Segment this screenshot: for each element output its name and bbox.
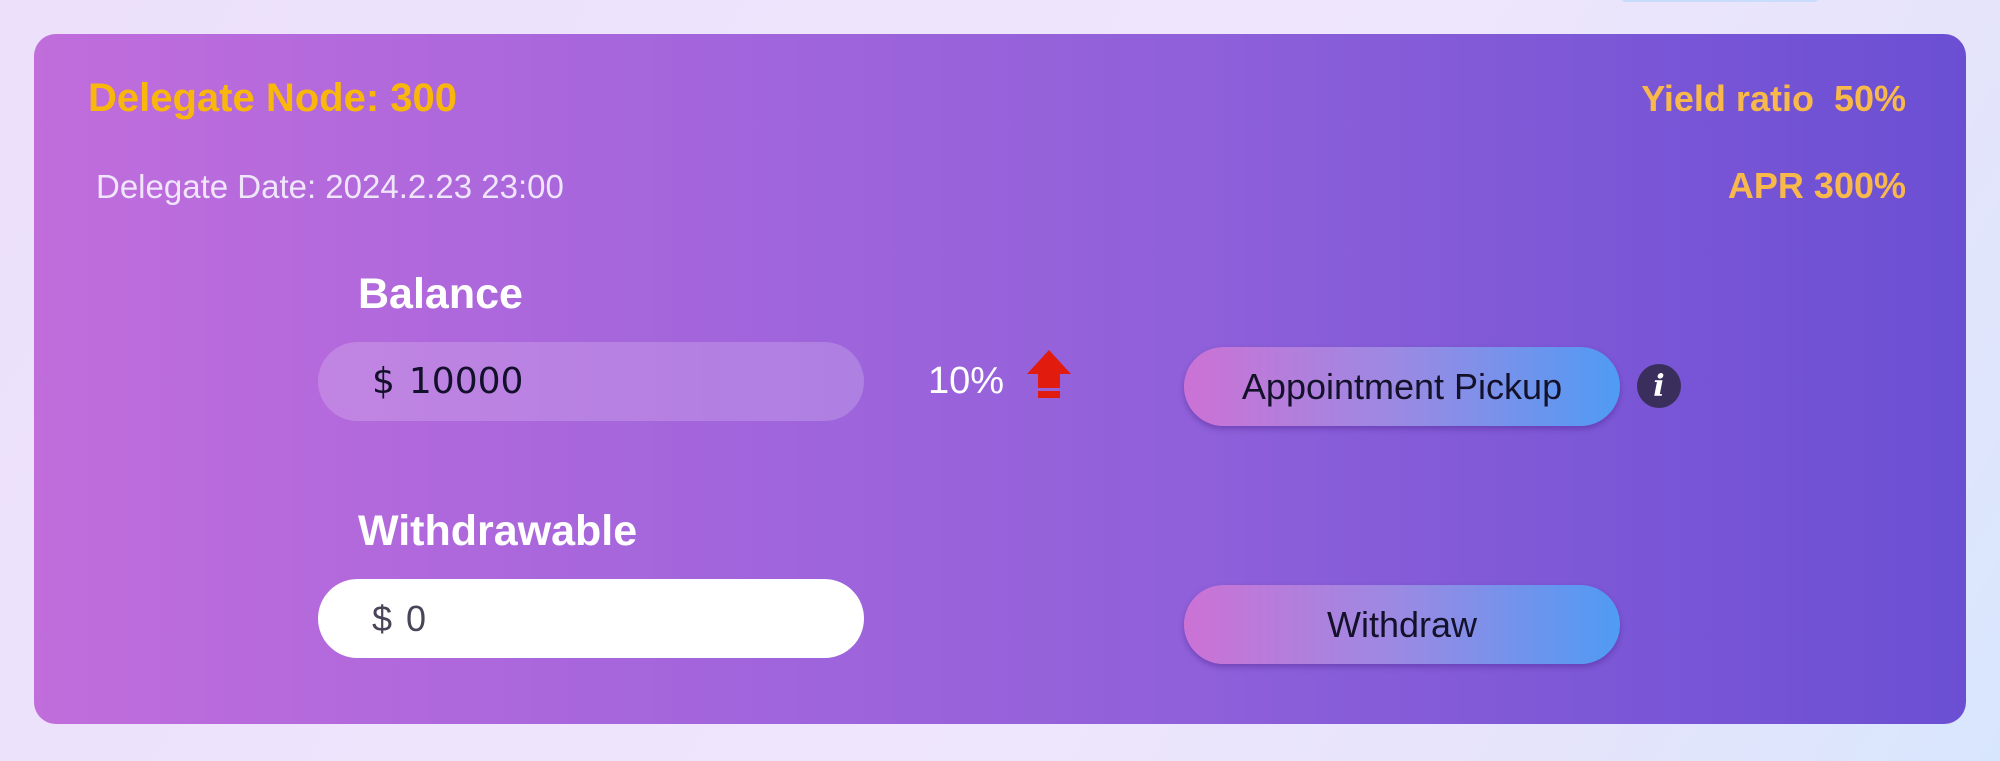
balance-change-percent: 10% (928, 360, 1005, 402)
withdrawable-label: Withdrawable (358, 507, 638, 555)
balance-label: Balance (358, 270, 523, 318)
red-up-arrow-icon (1027, 350, 1071, 398)
info-icon[interactable]: i (1637, 364, 1681, 408)
balance-currency: $ (372, 361, 395, 402)
appointment-pickup-button[interactable]: Appointment Pickup (1184, 347, 1620, 426)
balance-value: 10000 (408, 361, 524, 402)
background-tab (1620, 0, 1820, 2)
withdrawable-value: 0 (406, 597, 427, 639)
delegate-node-card: Delegate Node: 300 Delegate Date: 2024.2… (34, 34, 1966, 724)
apr-value: APR 300% (1727, 165, 1906, 206)
delegate-date: Delegate Date: 2024.2.23 23:00 (96, 168, 564, 205)
withdrawable-currency: $ (372, 597, 393, 639)
node-title: Delegate Node: 300 (88, 76, 458, 120)
withdrawable-field[interactable]: $ 0 (318, 579, 864, 658)
yield-ratio: Yield ratio 50% (1641, 78, 1906, 119)
balance-field: $ 10000 (318, 342, 864, 421)
withdraw-button[interactable]: Withdraw (1184, 585, 1620, 664)
